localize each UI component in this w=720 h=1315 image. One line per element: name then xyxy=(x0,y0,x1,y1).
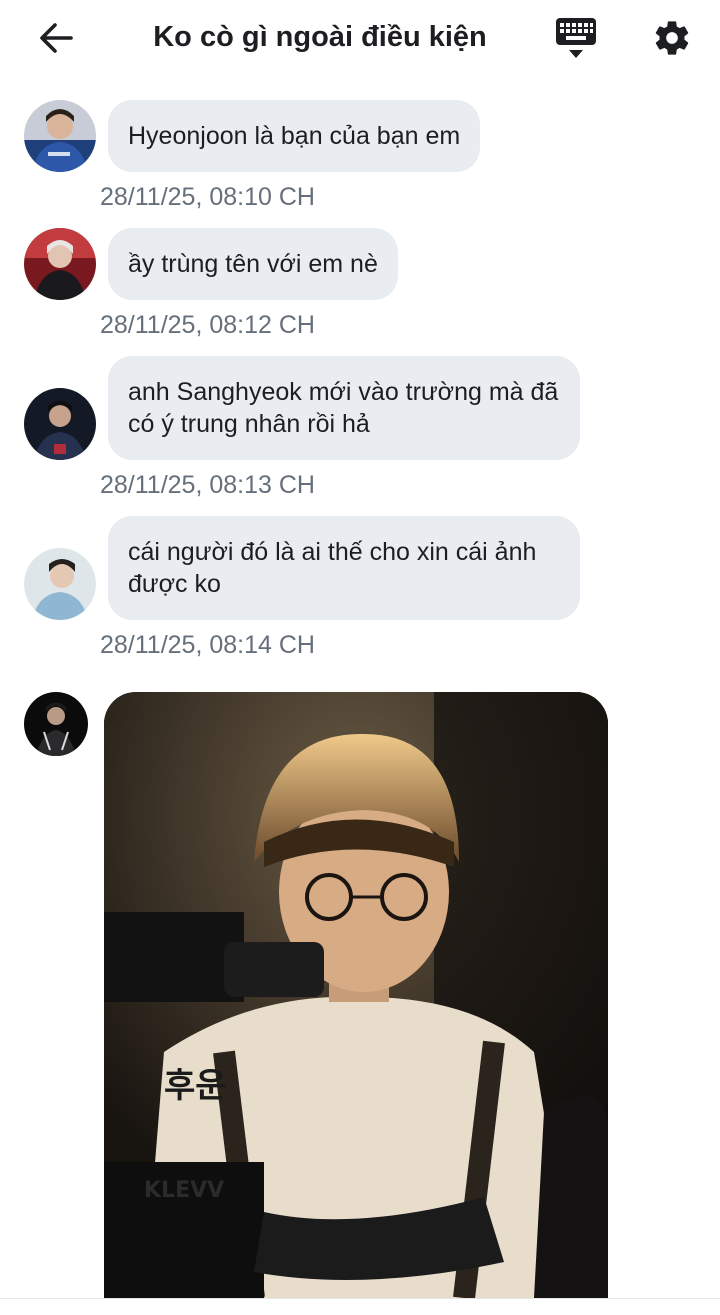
sender-avatar[interactable] xyxy=(24,388,96,460)
jersey-sponsor-text: KLEVV xyxy=(144,1178,224,1203)
message-timestamp: 28/11/25, 08:12 CH xyxy=(100,311,315,339)
sender-avatar[interactable] xyxy=(24,692,88,756)
back-arrow-icon xyxy=(40,23,73,53)
back-button[interactable] xyxy=(30,14,82,62)
keyboard-icon xyxy=(556,18,596,58)
message-text: anh Sanghyeok mới vào trường mà đã có ý … xyxy=(128,378,559,438)
message-text: Hyeonjoon là bạn của bạn em xyxy=(128,122,461,150)
photo-image: 후운 KLEVV xyxy=(104,692,608,1298)
message-bubble[interactable]: cái người đó là ai thế cho xin cái ảnh đ… xyxy=(108,516,580,620)
bottom-divider xyxy=(0,1298,720,1315)
photo-message[interactable]: 후운 KLEVV xyxy=(104,692,608,1298)
avatar-image xyxy=(24,228,96,300)
sender-avatar[interactable] xyxy=(24,548,96,620)
chat-header: Ko cò gì ngoài điều kiện xyxy=(0,0,720,78)
avatar-image xyxy=(24,100,96,172)
message-text: cái người đó là ai thế cho xin cái ảnh đ… xyxy=(128,538,537,598)
avatar-image xyxy=(24,388,96,460)
sender-avatar[interactable] xyxy=(24,100,96,172)
message-text: ầy trùng tên với em nè xyxy=(128,250,378,278)
jersey-hangul-text: 후운 xyxy=(164,1066,227,1106)
sender-avatar[interactable] xyxy=(24,228,96,300)
message-bubble[interactable]: Hyeonjoon là bạn của bạn em xyxy=(108,100,481,172)
settings-button[interactable] xyxy=(646,14,698,62)
chat-screen: Ko cò gì ngoài điều kiện Hyeonjoon là bạ… xyxy=(0,0,720,1315)
gear-icon xyxy=(655,21,689,55)
message-timestamp: 28/11/25, 08:10 CH xyxy=(100,183,315,211)
chat-title: Ko cò gì ngoài điều kiện xyxy=(153,21,487,53)
message-timestamp: 28/11/25, 08:13 CH xyxy=(100,471,315,499)
message-bubble[interactable]: anh Sanghyeok mới vào trường mà đã có ý … xyxy=(108,356,580,460)
avatar-image xyxy=(24,692,88,756)
keyboard-button[interactable] xyxy=(550,14,602,62)
message-bubble[interactable]: ầy trùng tên với em nè xyxy=(108,228,398,300)
avatar-image xyxy=(24,548,96,620)
message-timestamp: 28/11/25, 08:14 CH xyxy=(100,631,315,659)
